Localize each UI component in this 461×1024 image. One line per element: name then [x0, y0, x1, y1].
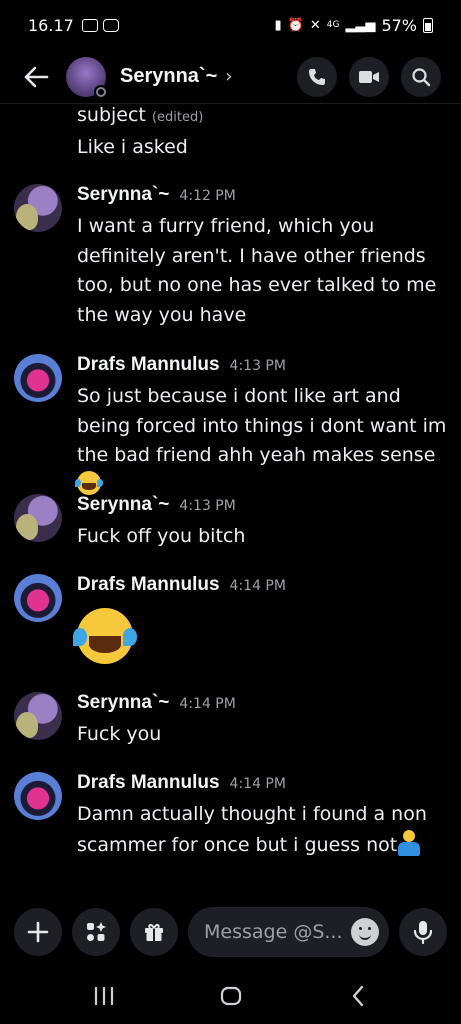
home-icon: [220, 986, 241, 1006]
gift-icon: [145, 924, 163, 941]
rolling-on-floor-laughing-icon: [75, 470, 103, 495]
apps-button[interactable]: [72, 908, 120, 956]
avatar[interactable]: [14, 494, 62, 542]
alarm-icon: ⏰: [287, 17, 304, 33]
message-text: Fuck you: [77, 723, 162, 745]
back-icon: [352, 985, 363, 1007]
message[interactable]: Serynna`~ 4:14 PM Fuck you: [0, 692, 461, 750]
video-call-button[interactable]: [349, 56, 389, 97]
message-input[interactable]: [204, 921, 351, 943]
message[interactable]: Serynna`~ 4:12 PM I want a furry friend,…: [0, 184, 461, 330]
search-icon: [412, 67, 431, 86]
recent-apps-icon: [94, 986, 113, 1006]
chevron-right-icon[interactable]: ›: [225, 66, 232, 87]
conversation-title[interactable]: Serynna`~: [120, 65, 217, 88]
message-author[interactable]: Serynna`~: [77, 494, 169, 516]
message-timestamp: 4:14 PM: [229, 776, 286, 792]
message-timestamp: 4:13 PM: [229, 358, 286, 374]
avatar[interactable]: [14, 184, 62, 232]
message-author[interactable]: Drafs Mannulus: [77, 354, 220, 376]
message-author[interactable]: Serynna`~: [77, 692, 169, 714]
gallery-icon: [81, 18, 98, 32]
rolling-on-floor-laughing-icon[interactable]: [72, 608, 138, 664]
battery-percent: 57%: [381, 15, 417, 35]
message-input-wrapper: [188, 907, 389, 957]
message-text: Like i asked: [77, 136, 188, 158]
message-text: Fuck off you bitch: [77, 525, 246, 547]
video-icon: [359, 70, 379, 83]
edited-label: (edited): [151, 110, 204, 125]
system-navigation-bar: [0, 968, 461, 1024]
status-bar: 16.17 ▮ ⏰ ✕ 4G ▂▃▅ 57%: [0, 0, 461, 50]
message-author[interactable]: Serynna`~: [77, 184, 169, 206]
plus-icon: [27, 921, 49, 943]
battery-saver-icon: ▮: [274, 17, 282, 33]
youtube-icon: [102, 18, 119, 32]
battery-icon: [423, 17, 433, 33]
header-avatar[interactable]: [66, 56, 108, 99]
message-author[interactable]: Drafs Mannulus: [77, 574, 220, 596]
avatar[interactable]: [14, 574, 62, 622]
message-text: I want a furry friend, which you definit…: [77, 215, 437, 326]
message-timestamp: 4:14 PM: [229, 578, 286, 594]
continued-message[interactable]: subject (edited) Like i asked: [0, 104, 461, 162]
mute-icon: ✕: [309, 17, 321, 33]
search-button[interactable]: [401, 56, 441, 97]
message[interactable]: Drafs Mannulus 4:13 PM So just because i…: [0, 354, 461, 500]
gift-button[interactable]: [130, 908, 178, 956]
microphone-icon: [413, 921, 433, 944]
recent-apps-button[interactable]: [74, 976, 134, 1016]
home-button[interactable]: [201, 976, 261, 1016]
emoji-icon[interactable]: [351, 918, 379, 946]
signal-icon: ▂▃▅: [345, 17, 376, 33]
back-button[interactable]: [328, 976, 388, 1016]
offline-status-icon: [94, 84, 108, 99]
status-time: 16.17: [28, 15, 74, 35]
message[interactable]: Serynna`~ 4:13 PM Fuck off you bitch: [0, 494, 461, 552]
call-button[interactable]: [297, 56, 337, 97]
message-text: Damn actually thought i found a non scam…: [77, 803, 427, 856]
message-timestamp: 4:14 PM: [179, 696, 236, 712]
back-arrow-icon[interactable]: [20, 61, 52, 93]
avatar[interactable]: [14, 354, 62, 402]
message-text: subject: [77, 104, 146, 126]
avatar[interactable]: [14, 772, 62, 820]
call-icon: [309, 68, 325, 85]
add-attachment-button[interactable]: [14, 908, 62, 956]
person-shrugging-icon: [397, 829, 421, 856]
message[interactable]: Drafs Mannulus 4:14 PM: [0, 574, 461, 664]
message-timestamp: 4:13 PM: [179, 498, 236, 514]
message-text: So just because i dont like art and bein…: [77, 385, 447, 466]
message-timestamp: 4:12 PM: [179, 188, 236, 204]
network-type: 4G: [326, 20, 340, 30]
voice-message-button[interactable]: [399, 908, 447, 956]
message[interactable]: Drafs Mannulus 4:14 PM Damn actually tho…: [0, 772, 461, 860]
message-composer: [0, 904, 461, 960]
message-author[interactable]: Drafs Mannulus: [77, 772, 220, 794]
apps-icon: [87, 922, 106, 941]
chat-header: Serynna`~ ›: [0, 50, 461, 104]
avatar[interactable]: [14, 692, 62, 740]
